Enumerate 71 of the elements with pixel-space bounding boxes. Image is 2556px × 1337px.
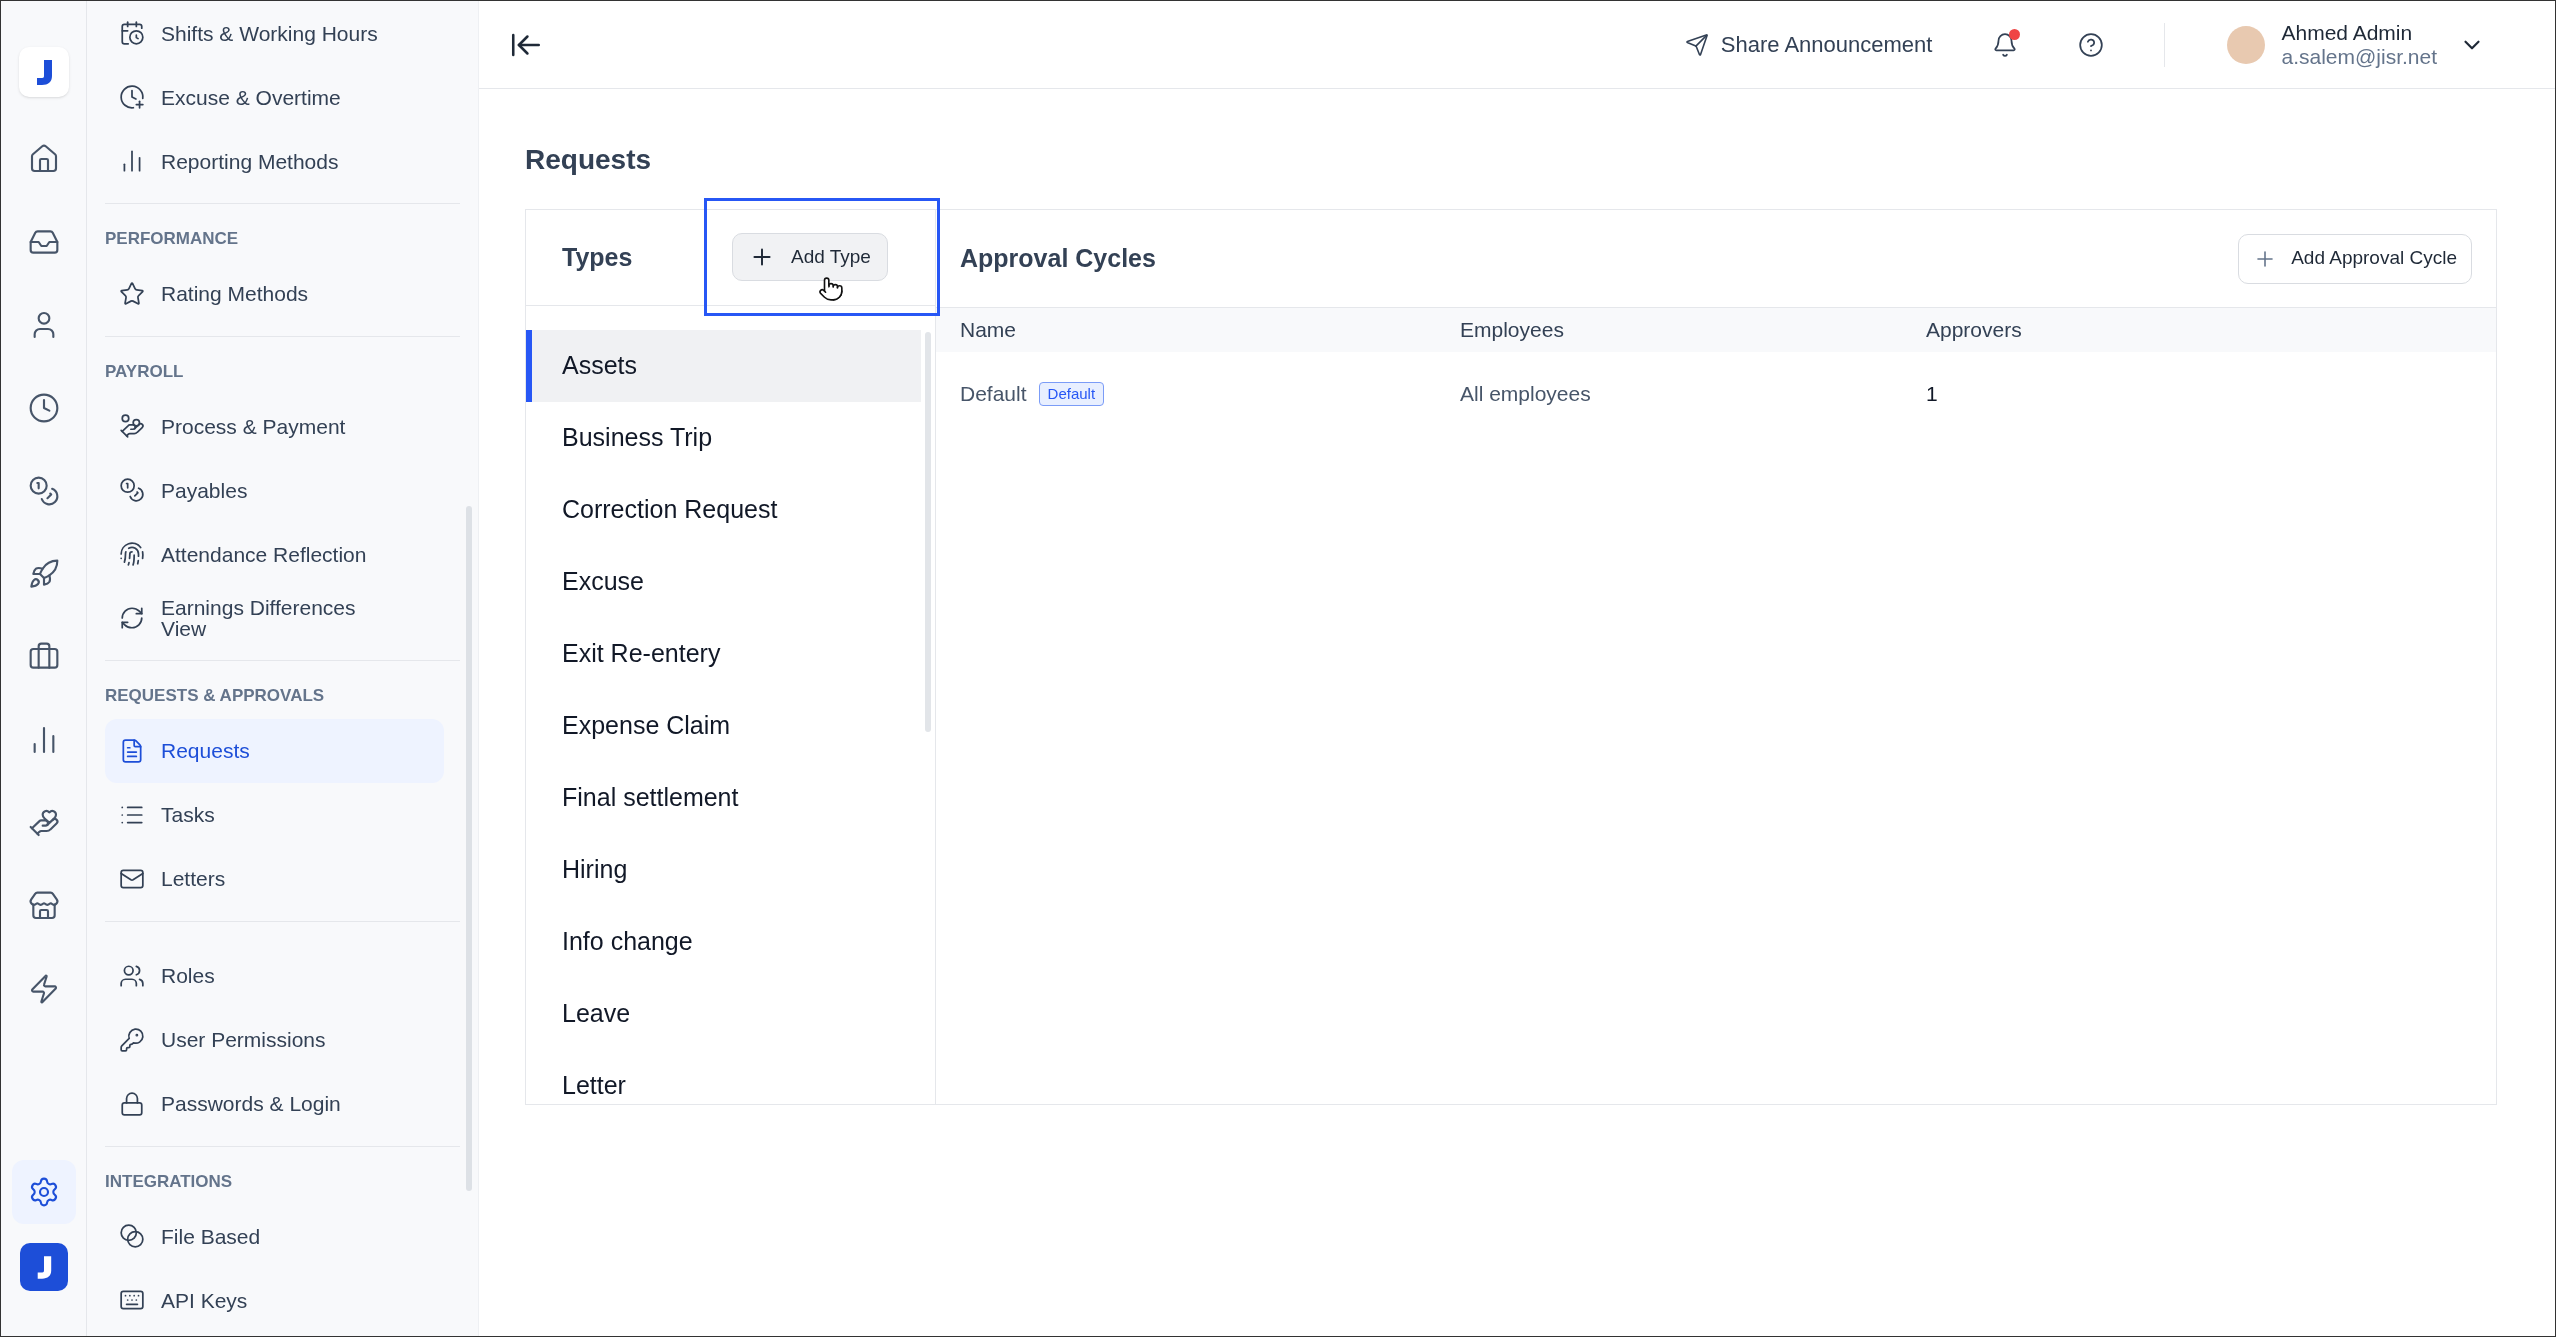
send-icon [1684,32,1709,57]
sidebar-item[interactable]: Process & Payment [105,394,444,458]
clock-plus-icon [119,84,145,110]
sidebar-item[interactable]: User Permissions [105,1007,444,1072]
sidebar-item[interactable]: Payables [105,458,444,522]
coins-icon [119,477,145,503]
sidebar-item[interactable]: Reporting Methods [105,129,444,193]
lock-icon [119,1090,145,1117]
user-email: a.salem@jisr.net [2281,44,2437,69]
hand-heart-icon [27,807,60,839]
share-announcement-button[interactable]: Share Announcement [1684,28,1933,61]
table-cell-text: All employees [1460,381,1592,408]
keyboard-icon [119,1287,145,1313]
user-name: Ahmed Admin [2281,20,2414,45]
sidebar-item[interactable]: File Based [105,1204,444,1268]
sidebar-item[interactable]: Requests [105,718,444,783]
approval-cycles-title: Approval Cycles [960,242,1157,274]
key-icon [119,1026,145,1053]
table-cell-text: Default [960,381,1027,408]
type-item[interactable]: Leave [526,977,921,1050]
add-approval-cycle-button[interactable]: Add Approval Cycle [2238,233,2472,284]
type-item[interactable]: Correction Request [526,473,921,546]
type-item[interactable]: Final settlement [526,761,921,834]
sidebar-item[interactable]: API Keys [105,1268,444,1332]
section-heading: INTEGRATIONS [105,1170,234,1193]
sidebar-item[interactable]: Passwords & Login [105,1071,444,1136]
column-header: Name [960,317,1018,344]
column-header: Approvers [1926,317,2023,344]
section-heading: PERFORMANCE [105,228,240,250]
sidebar-item[interactable]: Roles [105,943,444,1008]
calendar-clock-icon [119,20,145,46]
help-icon[interactable] [2078,31,2105,58]
table-cell-text: 1 [1926,381,1939,408]
add-type-button[interactable]: Add Type [732,233,888,282]
sidebar-item[interactable]: Rating Methods [105,261,444,326]
app-logo-icon[interactable] [19,1243,68,1291]
users-icon [119,962,145,989]
page-title: Requests [525,143,653,177]
document-icon [119,737,145,764]
coins-icon [27,475,60,507]
sidebar-item[interactable]: Shifts & Working Hours [105,1,444,65]
sidebar-item[interactable]: Attendance Reflection [105,522,444,586]
notification-bell-icon[interactable] [1992,31,2019,58]
store-icon [27,890,60,922]
fingerprint-icon [119,541,145,567]
sidebar-item[interactable]: Excuse & Overtime [105,65,444,129]
hand-cursor-icon [818,276,844,302]
section-heading: PAYROLL [105,360,185,383]
type-item[interactable]: Exit Re-entery [526,617,921,690]
sidebar-item[interactable]: Earnings Differences View [105,586,444,650]
type-item[interactable]: Expense Claim [526,689,921,762]
type-item[interactable]: Business Trip [526,401,921,474]
rail-button[interactable] [11,1160,76,1224]
type-item[interactable]: Hiring [526,833,921,906]
type-item[interactable]: Info change [526,905,921,978]
type-item[interactable]: Letter [526,1049,921,1104]
rocket-icon [27,558,60,590]
hand-coins-icon [119,413,145,439]
default-badge: Default [1038,381,1105,407]
star-icon [119,280,145,307]
refresh-icon [119,605,145,631]
sidebar-item[interactable]: Tasks [105,782,444,847]
circles-icon [119,1223,145,1249]
logo-icon[interactable] [18,47,69,97]
type-item[interactable]: Excuse [526,545,921,618]
column-header: Employees [1460,317,1565,344]
types-title: Types [562,241,634,273]
type-item[interactable]: Assets [526,329,921,402]
sidebar-item[interactable]: Letters [105,846,444,911]
clock-icon [27,392,60,424]
section-heading: REQUESTS & APPROVALS [105,685,326,707]
